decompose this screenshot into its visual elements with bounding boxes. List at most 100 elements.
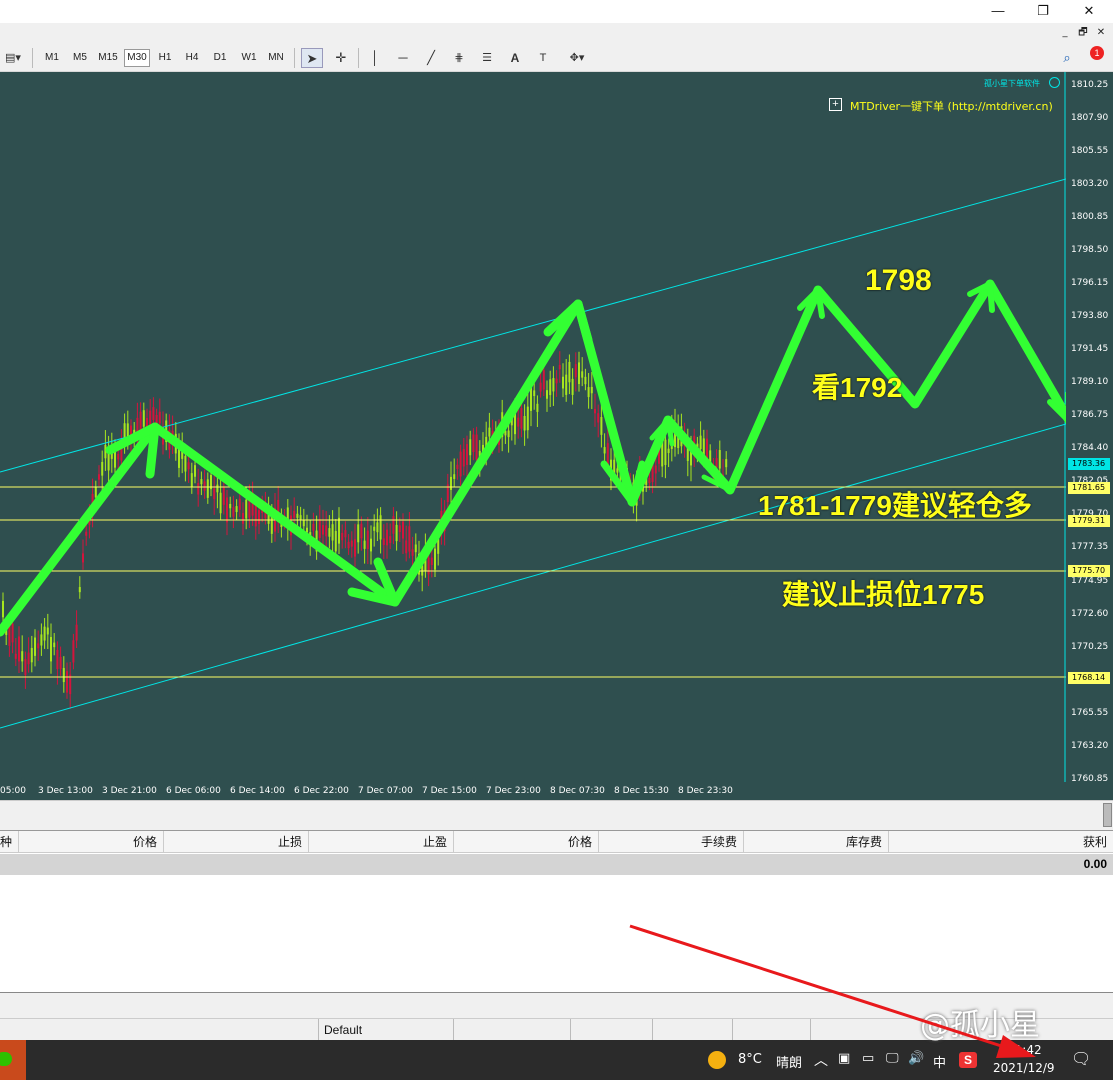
cursor-icon[interactable]: ➤: [301, 48, 323, 68]
plugin-expand-icon[interactable]: +: [829, 98, 842, 111]
candle-body: [338, 517, 340, 544]
candle-body: [258, 510, 260, 525]
volume-icon[interactable]: 🔊: [908, 1051, 924, 1066]
candle-body: [459, 451, 462, 477]
level-price-tag: 1779.31: [1068, 514, 1110, 527]
candle-body: [718, 450, 721, 469]
candle-body: [392, 516, 395, 534]
price-chart[interactable]: 孤小星下单软件 + MTDriver一键下单 (http://mtdriver.…: [0, 72, 1113, 800]
weather-temp[interactable]: 8°C: [738, 1052, 762, 1067]
candle-body: [536, 403, 539, 412]
candle-body: [11, 623, 14, 643]
restore-button[interactable]: ❐: [1020, 0, 1066, 23]
sogou-ime-icon[interactable]: S: [959, 1052, 977, 1068]
price-tick-label: 1796.15: [1071, 278, 1109, 289]
candle-body: [379, 515, 382, 540]
time-tick-label: 6 Dec 14:00: [230, 786, 285, 796]
time-tick-label: 8 Dec 15:30: [614, 786, 669, 796]
chart-type-dropdown-icon[interactable]: ▤▾: [0, 48, 26, 68]
tf-h4[interactable]: H4: [181, 49, 203, 67]
tf-d1[interactable]: D1: [209, 49, 231, 67]
candle-body: [2, 600, 4, 618]
candle-body: [53, 642, 56, 648]
price-tick-label: 1765.55: [1071, 707, 1109, 718]
candle-body: [664, 439, 667, 465]
scroll-thumb[interactable]: [1103, 803, 1112, 827]
level-price-tag: 1768.14: [1068, 671, 1110, 684]
candle-body: [302, 519, 305, 527]
candle-body: [59, 656, 62, 669]
notification-icon[interactable]: 1: [1084, 46, 1106, 68]
crosshair-icon[interactable]: ✛: [330, 48, 352, 68]
candle-body: [584, 376, 587, 385]
action-center-icon[interactable]: 🗨: [1071, 1049, 1091, 1068]
candle-body: [376, 522, 379, 533]
candle-body: [229, 503, 232, 509]
search-icon[interactable]: ⌕: [1056, 48, 1078, 68]
col-profit[interactable]: 获利: [889, 831, 1113, 853]
candle-body: [411, 549, 414, 556]
network-icon[interactable]: 🖵: [886, 1051, 899, 1066]
candle-body: [581, 371, 584, 378]
candle-body: [117, 453, 120, 460]
col-stop-loss[interactable]: 止损: [164, 831, 309, 853]
tf-mn[interactable]: MN: [264, 49, 288, 67]
notification-badge: 1: [1090, 46, 1104, 60]
price-axis[interactable]: 1810.25 1807.90 1805.55 1803.20 1800.85 1798.…: [1066, 72, 1113, 800]
candle-body: [341, 532, 344, 541]
wechat-app-icon[interactable]: [0, 1040, 26, 1080]
time-tick-label: 3 Dec 21:00: [102, 786, 157, 796]
clock-date[interactable]: 2021/12/9: [993, 1061, 1055, 1075]
chart-minimize-button[interactable]: _: [1058, 26, 1072, 40]
tf-h1[interactable]: H1: [154, 49, 176, 67]
tf-m1[interactable]: M1: [40, 49, 64, 67]
candle-body: [85, 531, 88, 536]
label-icon[interactable]: T: [532, 48, 554, 68]
vertical-line-icon[interactable]: │: [364, 48, 386, 68]
chart-close-button[interactable]: ✕: [1094, 26, 1108, 40]
candle-body: [395, 524, 398, 542]
candle-body: [187, 462, 190, 470]
arrows-icon[interactable]: ✥▾: [562, 48, 592, 68]
weather-text[interactable]: 晴朗: [776, 1052, 802, 1071]
battery-icon[interactable]: ▭: [862, 1051, 874, 1066]
fibonacci-icon[interactable]: ⋕: [448, 48, 470, 68]
weather-sun-icon[interactable]: [708, 1051, 726, 1069]
chart-restore-button[interactable]: 🗗: [1076, 26, 1090, 40]
candle-body: [226, 497, 228, 523]
show-hidden-icons-chevron-icon[interactable]: ︿: [814, 1050, 828, 1070]
close-button[interactable]: ✕: [1066, 0, 1112, 23]
chart-scrollbar[interactable]: [0, 800, 1113, 828]
price-tick-label: 1774.95: [1071, 575, 1109, 586]
price-tick-label: 1760.85: [1071, 774, 1109, 784]
candle-body: [69, 674, 72, 695]
tf-w1[interactable]: W1: [238, 49, 260, 67]
col-commission[interactable]: 手续费: [599, 831, 744, 853]
clock-time[interactable]: 11:42: [1007, 1043, 1042, 1057]
tf-m15[interactable]: M15: [95, 49, 121, 67]
time-axis: 05:00 3 Dec 13:00 3 Dec 21:00 6 Dec 06:00 6 …: [0, 782, 1066, 800]
text-icon[interactable]: A: [504, 48, 526, 68]
horizontal-line-icon[interactable]: ─: [392, 48, 414, 68]
candle-body: [462, 448, 465, 467]
col-price[interactable]: 价格: [19, 831, 164, 853]
candle-body: [331, 524, 334, 541]
col-symbol[interactable]: 种: [0, 831, 19, 853]
tf-m30[interactable]: M30: [124, 49, 150, 67]
candle-body: [206, 479, 209, 498]
ime-indicator[interactable]: 中: [933, 1052, 946, 1071]
col-swap[interactable]: 库存费: [744, 831, 889, 853]
chart-plot[interactable]: [0, 72, 1066, 782]
annotation-target-high: 1798: [865, 264, 932, 297]
minimize-button[interactable]: —: [975, 0, 1021, 23]
candle-body: [552, 378, 555, 392]
candles: [2, 351, 728, 709]
tray-app-icon[interactable]: ▣: [838, 1051, 850, 1066]
trendline-icon[interactable]: ╱: [420, 48, 442, 68]
tf-m5[interactable]: M5: [68, 49, 92, 67]
plugin-label[interactable]: MTDriver一键下单 (http://mtdriver.cn): [850, 98, 1053, 114]
channel-icon[interactable]: ☰: [476, 48, 498, 68]
col-current-price[interactable]: 价格: [454, 831, 599, 853]
candle-body: [238, 498, 241, 510]
col-take-profit[interactable]: 止盈: [309, 831, 454, 853]
